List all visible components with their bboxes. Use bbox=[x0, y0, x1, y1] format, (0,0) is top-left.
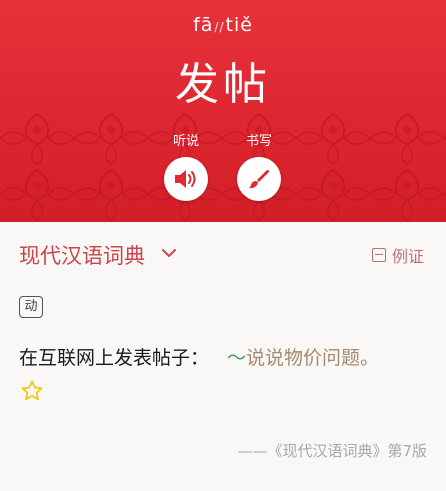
tilde-mark: ～ bbox=[227, 347, 247, 369]
part-of-speech-badge: 动 bbox=[19, 296, 43, 318]
speaker-icon bbox=[175, 170, 196, 188]
brush-icon bbox=[249, 170, 269, 189]
example-toggle[interactable]: 例证 bbox=[371, 243, 424, 267]
write-label: 书写 bbox=[245, 134, 272, 149]
pinyin-separator: // bbox=[214, 20, 225, 34]
brush-button[interactable] bbox=[237, 157, 281, 201]
example-toggle-label: 例证 bbox=[391, 247, 424, 266]
header-banner: fā//tiě 发帖 听说 书写 bbox=[0, 0, 446, 222]
pinyin-second: tiě bbox=[225, 14, 253, 36]
star-icon[interactable] bbox=[20, 379, 44, 403]
dictionary-source-row: 现代汉语词典 例证 bbox=[19, 238, 424, 272]
damask-pattern bbox=[0, 110, 446, 222]
collapse-box-icon bbox=[371, 248, 386, 262]
definition: 在互联网上发表帖子： ～说说物价问题。 bbox=[19, 344, 434, 372]
example-sentence: 说说物价问题。 bbox=[246, 347, 380, 369]
pinyin: fā//tiě bbox=[0, 14, 446, 36]
listen-label: 听说 bbox=[172, 134, 199, 149]
pinyin-first: fā bbox=[193, 14, 214, 36]
headword: 发帖 bbox=[175, 59, 271, 110]
speaker-button[interactable] bbox=[164, 157, 208, 201]
source-credit: ——《现代汉语词典》第7版 bbox=[237, 442, 427, 460]
definition-text: 在互联网上发表帖子： bbox=[19, 347, 210, 369]
listen-tool: 听说 bbox=[156, 130, 216, 201]
write-tool: 书写 bbox=[229, 130, 289, 201]
chevron-down-icon[interactable] bbox=[161, 247, 177, 259]
dictionary-source-selector[interactable]: 现代汉语词典 bbox=[19, 240, 145, 270]
